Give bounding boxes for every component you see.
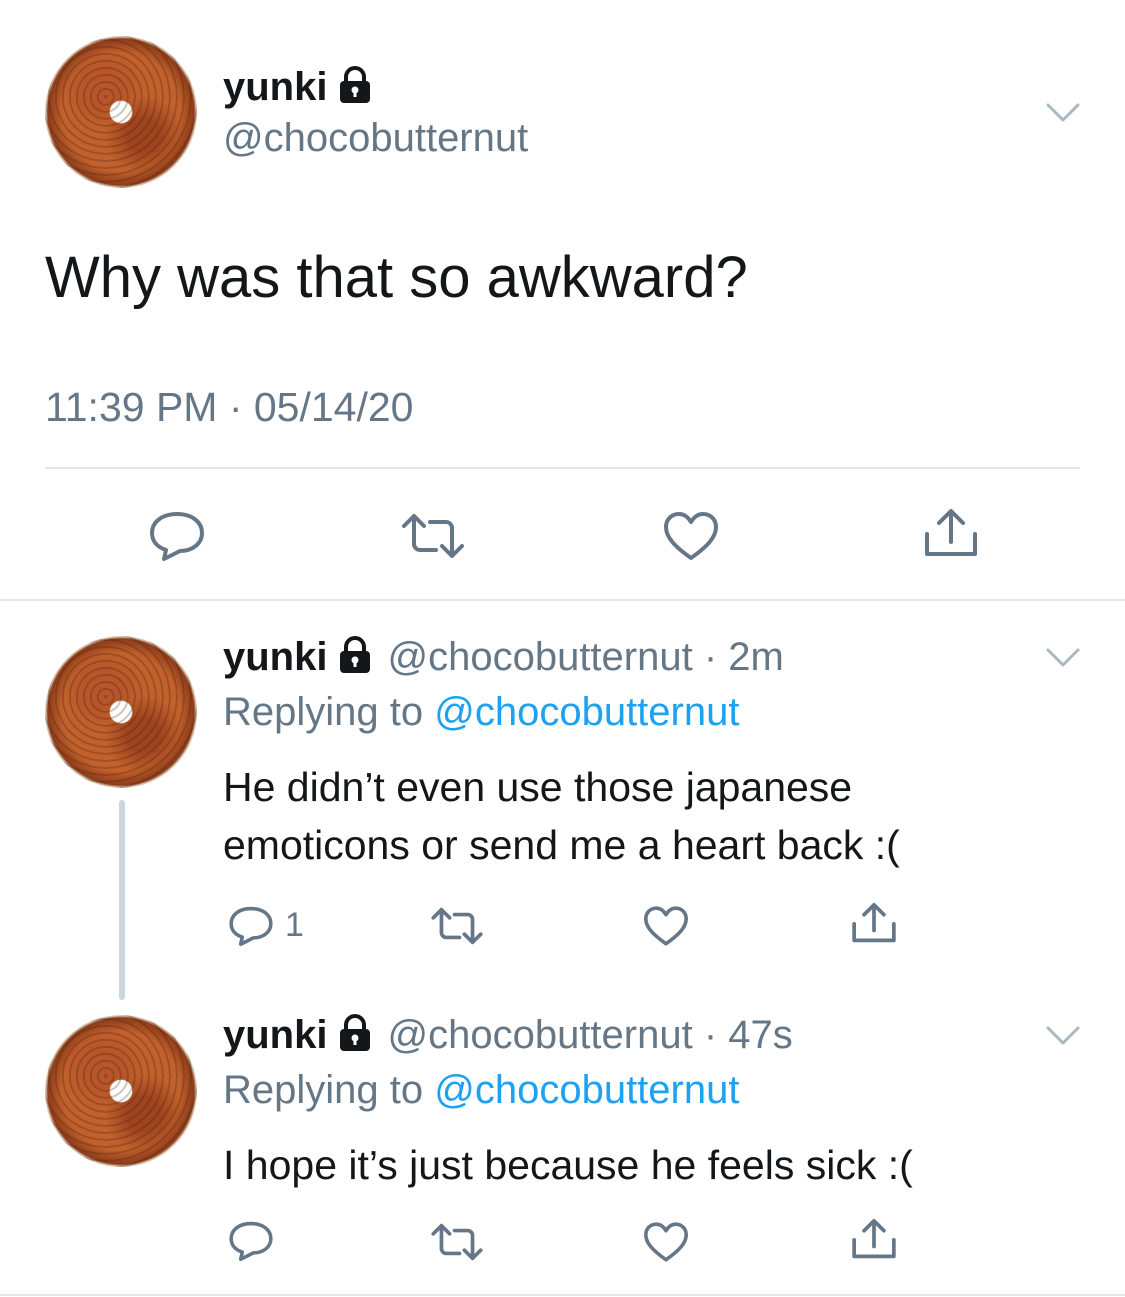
avatar[interactable] [45,636,197,788]
replying-to-label: Replying to [223,690,435,734]
like-icon[interactable] [642,1221,690,1263]
like-icon[interactable] [642,905,690,947]
retweet-icon[interactable] [400,512,466,560]
handle[interactable]: @chocobutternut [387,1013,692,1057]
reply-text-line: He didn’t even use those japanese [223,764,853,810]
reply-time[interactable]: · 2m [693,635,784,679]
mention-link[interactable]: @chocobutternut [434,1068,739,1112]
reply-icon[interactable] [148,510,206,562]
chevron-down-icon[interactable] [1046,1026,1080,1046]
mention-link[interactable]: @chocobutternut [434,690,739,734]
retweet-icon[interactable] [430,906,484,946]
avatar[interactable] [45,1015,197,1167]
share-icon[interactable] [922,506,980,560]
bottom-divider [0,1294,1125,1296]
replying-to: Replying to @chocobutternut [223,1068,739,1113]
tweet-text: Why was that so awkward? [45,245,748,310]
reply-text-line: I hope it’s just because he feels sick :… [223,1142,913,1188]
reply-text-line: emoticons or send me a heart back :( [223,822,900,868]
reply-icon[interactable] [228,1220,274,1262]
chevron-down-icon[interactable] [1046,648,1080,668]
thread-line [119,800,125,1000]
timestamp[interactable]: 11:39 PM · 05/14/20 [45,384,413,431]
share-icon[interactable] [850,900,898,946]
reply-icon[interactable] [228,905,274,947]
reply-header: yunki @chocobutternut · 47s [223,1010,793,1060]
avatar[interactable] [45,36,197,188]
display-name[interactable]: yunki [223,635,327,679]
replying-to-label: Replying to [223,1068,435,1112]
replying-to: Replying to @chocobutternut [223,690,739,735]
share-icon[interactable] [850,1216,898,1262]
main-tweet-header: yunki [223,62,373,112]
chevron-down-icon[interactable] [1046,103,1080,123]
like-icon[interactable] [662,510,720,562]
divider [45,467,1080,469]
display-name[interactable]: yunki [223,1013,327,1057]
lock-icon [337,636,373,686]
handle[interactable]: @chocobutternut [223,116,528,161]
handle[interactable]: @chocobutternut [387,635,692,679]
reply-header: yunki @chocobutternut · 2m [223,632,784,682]
lock-icon [337,1014,373,1064]
reply-count: 1 [285,906,304,944]
section-divider [0,599,1125,601]
retweet-icon[interactable] [430,1222,484,1262]
display-name[interactable]: yunki [223,65,327,109]
reply-time[interactable]: · 47s [693,1013,793,1057]
